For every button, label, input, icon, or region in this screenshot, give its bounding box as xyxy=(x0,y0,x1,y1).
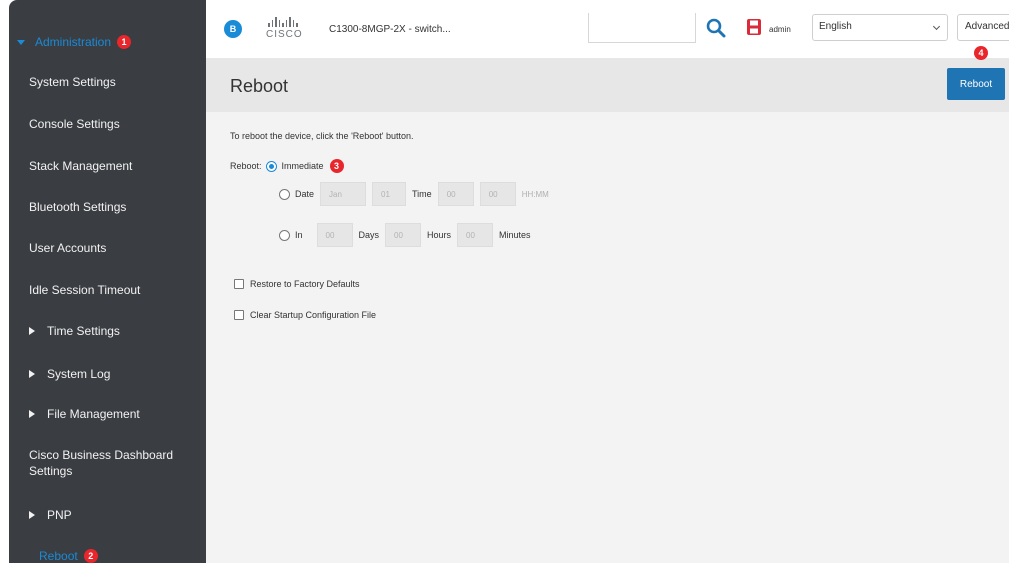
in-days-field[interactable]: 00 xyxy=(316,223,353,247)
sidebar-item-label: Bluetooth Settings xyxy=(29,200,127,214)
sidebar-item-label: Console Settings xyxy=(29,117,120,131)
username: admin xyxy=(769,25,791,34)
step-badge: 4 xyxy=(974,46,988,60)
date-day-field[interactable]: 01 xyxy=(372,182,407,206)
language-select-value: English xyxy=(819,21,852,32)
clear-startup-label: Clear Startup Configuration File xyxy=(250,310,377,320)
sidebar-item-label: User Accounts xyxy=(29,241,107,255)
display-mode-select[interactable]: Advanced xyxy=(957,14,1009,41)
in-hours-field[interactable]: 00 xyxy=(385,223,422,247)
sidebar-item-pnp[interactable]: PNP xyxy=(9,507,206,523)
sidebar-item-label: Reboot xyxy=(39,549,78,563)
sidebar-item-console-settings[interactable]: Console Settings xyxy=(9,116,206,132)
bluetooth-icon[interactable]: B xyxy=(224,20,242,38)
caret-right-icon xyxy=(29,370,35,378)
caret-right-icon xyxy=(29,511,35,519)
time-minute-field[interactable]: 00 xyxy=(479,182,516,206)
cisco-logo: CISCO xyxy=(266,17,316,45)
sidebar-item-idle-session-timeout[interactable]: Idle Session Timeout xyxy=(9,282,206,298)
page-title: Reboot xyxy=(230,76,289,96)
restore-defaults-checkbox[interactable] xyxy=(234,279,244,289)
caret-right-icon xyxy=(29,327,35,335)
sidebar-item-cisco-business-dashboard-settings[interactable]: Cisco Business Dashboard Settings xyxy=(9,447,199,479)
caret-down-icon xyxy=(17,39,25,45)
reboot-date-row: Date Jan 01 Time 00 00 HH:MM xyxy=(273,182,549,206)
instruction-text: To reboot the device, click the 'Reboot'… xyxy=(230,131,414,141)
date-month-field[interactable]: Jan xyxy=(320,182,367,206)
time-format-hint: HH:MM xyxy=(521,189,549,199)
time-hour-field[interactable]: 00 xyxy=(437,182,474,206)
sidebar-item-label: Idle Session Timeout xyxy=(29,283,141,297)
reboot-button[interactable]: Reboot xyxy=(947,68,1005,100)
sidebar-item-label: Cisco Business Dashboard Settings xyxy=(29,448,174,478)
chevron-down-icon xyxy=(932,22,941,31)
step-badge: 3 xyxy=(329,159,344,173)
sidebar-item-label: Time Settings xyxy=(47,324,120,338)
main-content: Reboot 4 Reboot To reboot the device, cl… xyxy=(206,46,1009,563)
top-bar: B CISCO C1300-8MGP-2X - switch... admin … xyxy=(206,0,1009,58)
display-mode-value: Advanced xyxy=(965,21,1009,32)
step-badge: 1 xyxy=(117,35,132,49)
in-minutes-field[interactable]: 00 xyxy=(457,223,494,247)
sidebar-item-label: PNP xyxy=(47,508,72,522)
sidebar-item-reboot[interactable]: Reboot 2 xyxy=(9,548,206,563)
in-radio[interactable] xyxy=(279,229,290,241)
minutes-label: Minutes xyxy=(499,230,531,240)
sidebar-section-administration[interactable]: Administration 1 xyxy=(9,22,206,62)
sidebar-item-label: File Management xyxy=(47,407,140,421)
immediate-radio[interactable] xyxy=(265,160,277,172)
sidebar: Administration 1 System Settings Console… xyxy=(9,0,206,563)
sidebar-item-label: System Log xyxy=(47,367,111,381)
app-window: Administration 1 System Settings Console… xyxy=(9,0,1009,563)
sidebar-item-label: Stack Management xyxy=(29,159,133,173)
immediate-label: Immediate xyxy=(281,161,324,171)
sidebar-item-system-log[interactable]: System Log xyxy=(9,366,206,382)
restore-defaults-row: Restore to Factory Defaults xyxy=(234,277,360,291)
clear-startup-row: Clear Startup Configuration File xyxy=(234,308,376,322)
cisco-bars-icon xyxy=(268,17,316,27)
reboot-immediate-row: Reboot: Immediate 3 xyxy=(230,158,344,174)
in-label: In xyxy=(295,230,303,240)
sidebar-item-time-settings[interactable]: Time Settings xyxy=(9,323,206,339)
cisco-wordmark: CISCO xyxy=(266,29,303,40)
caret-right-icon xyxy=(29,410,35,418)
date-radio[interactable] xyxy=(279,188,290,200)
sidebar-item-stack-management[interactable]: Stack Management xyxy=(9,158,206,174)
clear-startup-checkbox[interactable] xyxy=(234,310,244,320)
date-label: Date xyxy=(295,189,315,199)
sidebar-item-label: System Settings xyxy=(29,75,116,89)
hours-label: Hours xyxy=(427,230,452,240)
page-title-bar: Reboot 4 Reboot xyxy=(206,46,1009,112)
sidebar-section-label: Administration xyxy=(35,35,112,49)
search-input[interactable] xyxy=(588,13,696,43)
sidebar-item-system-settings[interactable]: System Settings xyxy=(9,74,206,90)
restore-defaults-label: Restore to Factory Defaults xyxy=(250,279,360,289)
device-name: C1300-8MGP-2X - switch... xyxy=(329,24,451,35)
language-select[interactable]: English xyxy=(812,14,948,41)
save-icon[interactable] xyxy=(746,18,762,36)
reboot-in-row: In 00 Days 00 Hours 00 Minutes xyxy=(273,223,531,247)
search-icon[interactable] xyxy=(706,18,726,38)
sidebar-item-user-accounts[interactable]: User Accounts xyxy=(9,240,206,256)
sidebar-item-file-management[interactable]: File Management xyxy=(9,406,206,422)
step-badge: 2 xyxy=(83,549,98,563)
time-label: Time xyxy=(412,189,432,199)
reboot-label: Reboot: xyxy=(230,161,262,171)
days-label: Days xyxy=(358,230,380,240)
sidebar-item-bluetooth-settings[interactable]: Bluetooth Settings xyxy=(9,199,206,215)
